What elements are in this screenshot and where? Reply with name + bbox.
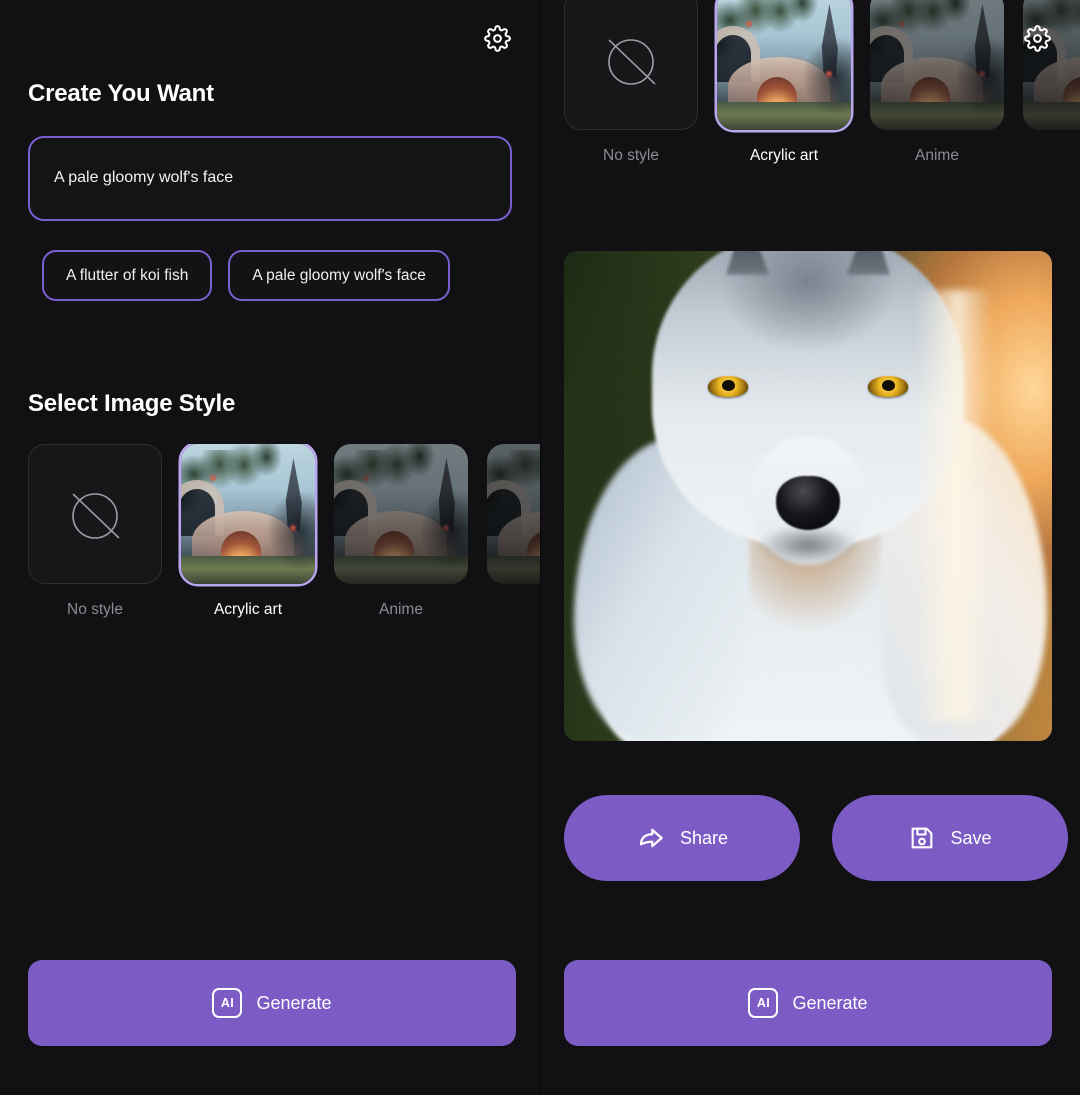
save-button[interactable]: Save xyxy=(832,795,1068,881)
style-thumbnail xyxy=(487,444,540,584)
suggestion-chip-wolf-face[interactable]: A pale gloomy wolf's face xyxy=(228,250,450,301)
style-preview-art xyxy=(487,444,540,584)
style-thumbnail xyxy=(870,0,1004,130)
generate-button-label: Generate xyxy=(256,992,332,1013)
style-option-anime[interactable]: Anime xyxy=(334,444,468,619)
image-actions: Share Save xyxy=(564,795,1068,881)
app-screen: Create You Want A pale gloomy wolf's fac… xyxy=(0,0,1080,1095)
style-thumbnail xyxy=(564,0,698,130)
style-thumbnail xyxy=(1023,0,1080,130)
circle-slash-icon xyxy=(72,493,120,539)
style-option-label: Acrylic art xyxy=(213,601,283,618)
settings-gear-icon[interactable] xyxy=(1020,21,1054,55)
style-option-label: Anime xyxy=(915,147,959,164)
settings-gear-icon[interactable] xyxy=(480,21,514,55)
prompt-input-value: A pale gloomy wolf's face xyxy=(54,169,234,187)
ai-badge-icon: AI xyxy=(748,988,779,1018)
share-button[interactable]: Share xyxy=(564,795,800,881)
style-thumbnail xyxy=(717,0,851,130)
style-option-partial[interactable] xyxy=(487,444,540,619)
suggestion-chip-koi-fish[interactable]: A flutter of koi fish xyxy=(42,250,213,301)
generate-button[interactable]: AI Generate xyxy=(28,960,516,1046)
generated-image[interactable] xyxy=(564,251,1052,741)
circle-slash-icon xyxy=(608,39,656,85)
style-option-no-style[interactable]: No style xyxy=(28,444,162,619)
style-option-anime[interactable]: Anime xyxy=(870,0,1004,165)
left-panel: Create You Want A pale gloomy wolf's fac… xyxy=(0,0,540,1095)
prompt-suggestions: A flutter of koi fish A pale gloomy wolf… xyxy=(42,250,450,301)
style-section-title: Select Image Style xyxy=(28,390,236,417)
generate-button[interactable]: AI Generate xyxy=(564,960,1052,1046)
style-preview-art xyxy=(1023,0,1080,130)
share-arrow-icon xyxy=(639,828,663,848)
ai-badge-icon: AI xyxy=(212,988,243,1018)
panel-divider xyxy=(540,0,541,1095)
prompt-input[interactable]: A pale gloomy wolf's face xyxy=(28,136,512,221)
style-option-acrylic-art[interactable]: Acrylic art xyxy=(181,444,315,619)
share-button-label: Share xyxy=(679,827,729,848)
save-button-label: Save xyxy=(950,827,992,848)
style-thumbnail xyxy=(334,444,468,584)
style-thumbnail-strip[interactable]: No style Acrylic art Anime xyxy=(564,0,1080,165)
style-preview-art xyxy=(870,0,1004,130)
style-option-acrylic-art[interactable]: Acrylic art xyxy=(717,0,851,165)
style-option-label: Anime xyxy=(379,601,423,618)
floppy-disk-icon xyxy=(912,827,933,849)
style-thumbnail xyxy=(181,444,315,584)
style-option-label: No style xyxy=(603,147,659,164)
style-preview-art xyxy=(334,444,468,584)
style-thumbnail-strip[interactable]: No style Acrylic art Anime xyxy=(28,444,540,619)
generate-button-label: Generate xyxy=(792,992,868,1013)
create-section-title: Create You Want xyxy=(28,80,214,107)
suggestion-chip-label: A pale gloomy wolf's face xyxy=(252,266,426,284)
style-option-no-style[interactable]: No style xyxy=(564,0,698,165)
style-preview-art xyxy=(181,444,315,584)
style-option-label: No style xyxy=(67,601,123,618)
suggestion-chip-label: A flutter of koi fish xyxy=(66,266,189,284)
style-thumbnail xyxy=(28,444,162,584)
style-preview-art xyxy=(717,0,851,130)
style-option-label: Acrylic art xyxy=(749,147,819,164)
